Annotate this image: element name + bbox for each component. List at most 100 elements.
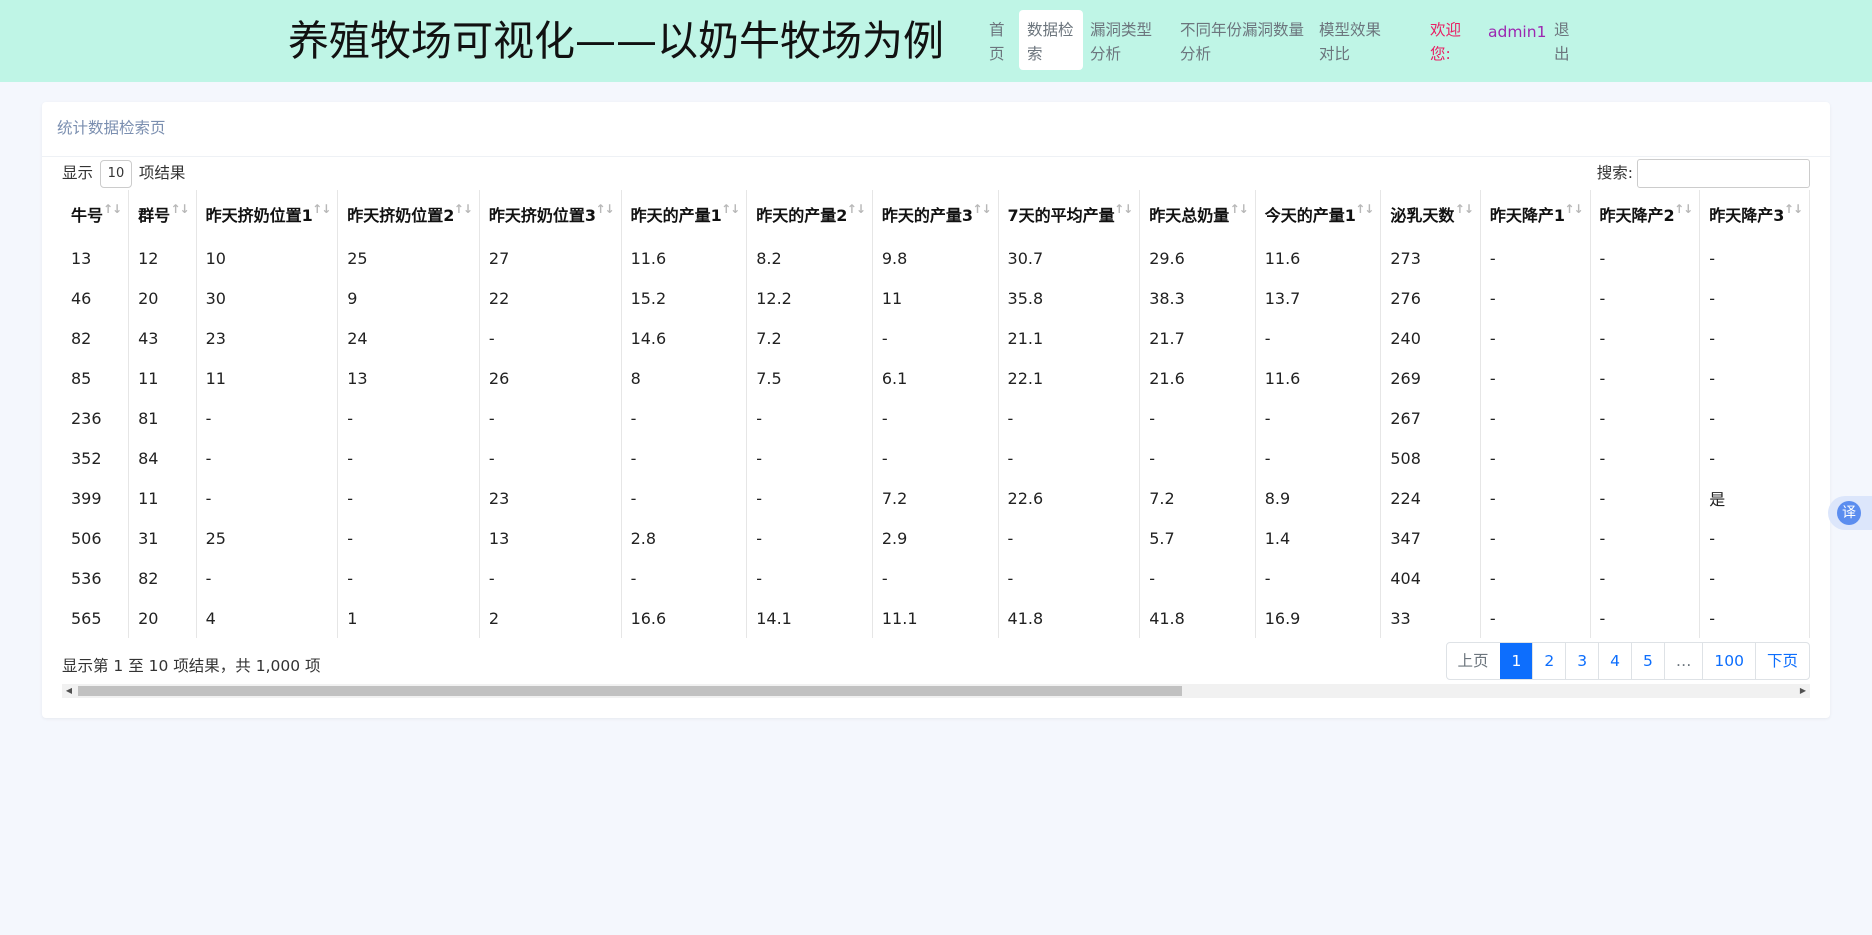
column-header[interactable]: 昨天的产量1 ↑↓ <box>621 190 748 238</box>
site-title: 养殖牧场可视化——以奶牛牧场为例 <box>288 17 944 65</box>
length-suffix: 项结果 <box>138 164 186 182</box>
table-cell: 16.9 <box>1255 598 1382 638</box>
sort-icon[interactable]: ↑↓ <box>1564 202 1583 216</box>
column-header-label: 昨天降产3 <box>1709 206 1785 225</box>
column-header-label: 昨天总奶量 <box>1149 206 1230 225</box>
sort-icon[interactable]: ↑↓ <box>721 202 740 216</box>
sort-icon[interactable]: ↑↓ <box>312 202 331 216</box>
table-cell: - <box>1590 518 1701 558</box>
scrollbar-thumb[interactable] <box>78 686 1182 696</box>
column-header[interactable]: 昨天降产1 ↑↓ <box>1480 190 1591 238</box>
column-header-label: 昨天挤奶位置3 <box>488 206 597 225</box>
table-cell: - <box>746 558 873 598</box>
nav-vuln-type-analysis[interactable]: 漏洞类型分析 <box>1082 10 1162 70</box>
search-control: 搜索: <box>1597 157 1810 189</box>
page-button[interactable]: 3 <box>1565 643 1598 679</box>
table-cell: 240 <box>1380 318 1481 358</box>
column-header[interactable]: 泌乳天数 ↑↓ <box>1380 190 1481 238</box>
table-cell: - <box>337 478 480 518</box>
logout-link[interactable]: 退出 <box>1546 10 1582 70</box>
nav-yearly-vuln-analysis[interactable]: 不同年份漏洞数量分析 <box>1172 10 1312 70</box>
horizontal-scrollbar[interactable]: ◀ ▶ <box>62 684 1810 698</box>
table-cell: 14.1 <box>746 598 873 638</box>
sort-icon[interactable]: ↑↓ <box>1355 202 1374 216</box>
translate-float-button[interactable]: 译 <box>1828 496 1872 530</box>
column-header[interactable]: 昨天挤奶位置1 ↑↓ <box>196 190 339 238</box>
column-header[interactable]: 昨天降产2 ↑↓ <box>1590 190 1701 238</box>
table-cell: - <box>1480 238 1591 278</box>
nav-model-comparison[interactable]: 模型效果对比 <box>1311 10 1393 70</box>
table-header-row: 牛号 ↑↓ 群号 ↑↓ 昨天挤奶位置1 ↑↓ 昨天挤奶位置2 ↑↓ 昨天挤奶位置3 ↑↓ 昨天的产量… <box>62 190 1810 238</box>
next-page-button[interactable]: 下页 <box>1754 643 1809 679</box>
table-cell: 13 <box>337 358 480 398</box>
table-cell: - <box>479 438 622 478</box>
table-cell: - <box>1699 398 1810 438</box>
scroll-right-icon[interactable]: ▶ <box>1796 684 1810 698</box>
sort-icon[interactable]: ↑↓ <box>1114 202 1133 216</box>
table-cell: 16.6 <box>621 598 748 638</box>
translate-icon[interactable]: 译 <box>1837 501 1861 525</box>
table-cell: - <box>1699 518 1810 558</box>
column-header[interactable]: 昨天降产3 ↑↓ <box>1699 190 1810 238</box>
page-ellipsis: … <box>1663 643 1703 679</box>
table-cell: 14.6 <box>621 318 748 358</box>
page-button-current[interactable]: 1 <box>1499 643 1533 679</box>
table-cell: 506 <box>62 518 130 558</box>
table-cell: - <box>1699 558 1810 598</box>
table-cell: 12.2 <box>746 278 873 318</box>
page-button[interactable]: 4 <box>1598 643 1631 679</box>
page-button[interactable]: 100 <box>1702 643 1755 679</box>
scroll-left-icon[interactable]: ◀ <box>62 684 76 698</box>
table-cell: 8.9 <box>1255 478 1382 518</box>
table-cell: - <box>1480 598 1591 638</box>
table-row: 399 11- -23- -7.2 22.6 7.2 8.9 224- - 是 <box>62 478 1810 518</box>
table-cell: 29.6 <box>1139 238 1256 278</box>
column-header[interactable]: 昨天挤奶位置2 ↑↓ <box>337 190 480 238</box>
sort-icon[interactable]: ↑↓ <box>454 202 473 216</box>
table-cell: 23 <box>479 478 622 518</box>
page-button[interactable]: 2 <box>1532 643 1565 679</box>
column-header[interactable]: 群号 ↑↓ <box>128 190 197 238</box>
column-header-label: 昨天挤奶位置1 <box>205 206 313 225</box>
column-header[interactable]: 昨天的产量3 ↑↓ <box>872 190 999 238</box>
previous-page-button[interactable]: 上页 <box>1447 643 1500 679</box>
page-length-select[interactable]: 10 <box>99 159 132 188</box>
column-header[interactable]: 昨天的产量2 ↑↓ <box>746 190 873 238</box>
table-cell: 21.7 <box>1139 318 1256 358</box>
search-input[interactable] <box>1637 159 1810 188</box>
nav-home[interactable]: 首页 <box>981 10 1023 70</box>
table-cell: - <box>1139 558 1256 598</box>
table-cell: 11.6 <box>1255 358 1382 398</box>
column-header[interactable]: 昨天挤奶位置3 ↑↓ <box>479 190 622 238</box>
sort-icon[interactable]: ↑↓ <box>595 202 614 216</box>
sort-icon[interactable]: ↑↓ <box>1230 202 1249 216</box>
sort-icon[interactable]: ↑↓ <box>847 202 866 216</box>
table-cell: 536 <box>62 558 130 598</box>
table-cell: - <box>1480 398 1591 438</box>
sort-icon[interactable]: ↑↓ <box>103 202 122 216</box>
column-header[interactable]: 今天的产量1 ↑↓ <box>1255 190 1382 238</box>
table-cell: 是 <box>1699 478 1810 518</box>
table-cell: 2.9 <box>872 518 999 558</box>
sort-icon[interactable]: ↑↓ <box>972 202 991 216</box>
table-cell: - <box>1590 438 1701 478</box>
column-header[interactable]: 7天的平均产量 ↑↓ <box>998 190 1141 238</box>
column-header[interactable]: 昨天总奶量 ↑↓ <box>1139 190 1256 238</box>
table-cell: 565 <box>62 598 130 638</box>
table-cell: 41.8 <box>998 598 1141 638</box>
table-cell: 11 <box>128 478 197 518</box>
nav-data-search[interactable]: 数据检索 <box>1019 10 1083 70</box>
sort-icon[interactable]: ↑↓ <box>170 202 189 216</box>
column-header[interactable]: 牛号 ↑↓ <box>62 190 130 238</box>
table-cell: - <box>1590 598 1701 638</box>
table-cell: - <box>1139 398 1256 438</box>
table-cell: 21.6 <box>1139 358 1256 398</box>
table-cell: 24 <box>337 318 480 358</box>
sort-icon[interactable]: ↑↓ <box>1455 202 1474 216</box>
sort-icon[interactable]: ↑↓ <box>1784 202 1803 216</box>
page-button[interactable]: 5 <box>1631 643 1664 679</box>
table-cell: 13.7 <box>1255 278 1382 318</box>
data-table: 牛号 ↑↓ 群号 ↑↓ 昨天挤奶位置1 ↑↓ 昨天挤奶位置2 ↑↓ 昨天挤奶位置3 ↑↓ 昨天的产量… <box>62 190 1810 638</box>
sort-icon[interactable]: ↑↓ <box>1674 202 1693 216</box>
table-cell: - <box>872 318 999 358</box>
